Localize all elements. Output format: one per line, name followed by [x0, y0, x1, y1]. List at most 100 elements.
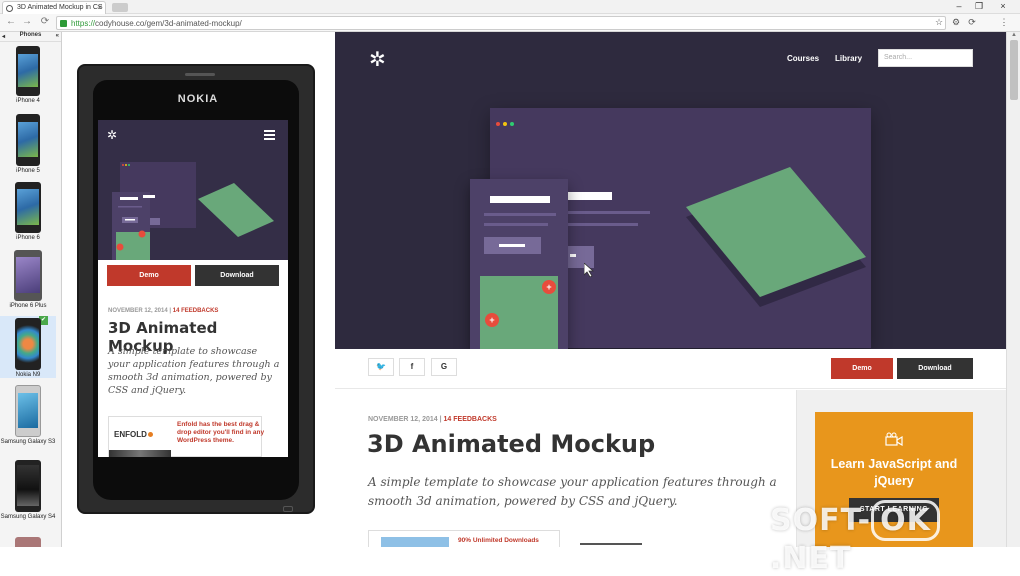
ad-text: 90% Unlimited Downloads — [458, 537, 539, 544]
speaker-grille — [185, 73, 215, 76]
mockup-phone: + + — [470, 179, 568, 349]
minimize-button[interactable]: – — [952, 1, 966, 11]
collapse-left-icon[interactable]: ◂ — [2, 33, 5, 40]
bug-logo-icon[interactable]: ✲ — [369, 47, 386, 72]
device-label: iPhone 6 — [16, 235, 40, 241]
twitter-share-icon[interactable]: 🐦 — [368, 358, 394, 376]
iphone-6-thumbnail — [15, 182, 41, 233]
demo-button[interactable]: Demo — [831, 358, 893, 379]
tab-close-icon[interactable]: × — [97, 3, 102, 12]
device-sidebar: ◂ Phones « iPhone 4 iPhone 5 iPhone 6 iP… — [0, 32, 62, 547]
device-iphone-5[interactable]: iPhone 5 — [0, 114, 56, 174]
website-viewport: ✲ Courses Library Search... + + 🐦 f G De… — [335, 32, 1006, 547]
device-label: Samsung Galaxy S4 — [0, 514, 56, 520]
iphone-4-thumbnail — [16, 46, 40, 96]
article-content: NOVEMBER 12, 2014 | 14 FEEDBACKS 3D Anim… — [335, 390, 796, 547]
device-label: iPhone 6 Plus — [9, 303, 47, 309]
site-favicon-icon — [6, 5, 13, 12]
mobile-page-description: A simple template to showcase your appli… — [108, 346, 280, 396]
mockup-text-bar — [568, 223, 638, 226]
nav-courses[interactable]: Courses — [787, 54, 819, 63]
ad-banner[interactable]: 90% Unlimited Downloads — [368, 530, 560, 547]
mobile-mockup-illustration — [112, 162, 274, 260]
window-dots — [496, 113, 517, 131]
device-samsung-galaxy-s3[interactable]: Samsung Galaxy S3 — [0, 385, 56, 445]
device-nokia-n9[interactable]: ✔ Nokia N9 — [0, 316, 56, 378]
close-window-button[interactable]: × — [996, 1, 1010, 11]
maximize-button[interactable]: ❐ — [972, 1, 986, 12]
enfold-logo: ENFOLD — [114, 430, 153, 439]
back-icon[interactable]: ← — [4, 16, 18, 27]
device-label: Samsung Galaxy S3 — [0, 439, 56, 445]
nav-library[interactable]: Library — [835, 54, 862, 63]
url-scheme: https:// — [71, 19, 96, 28]
post-date: NOVEMBER 12, 2014 — [108, 308, 168, 314]
nokia-n9-thumbnail — [15, 318, 41, 370]
reload-icon[interactable]: ⟳ — [38, 16, 52, 27]
device-label: iPhone 5 — [16, 168, 40, 174]
device-iphone-6[interactable]: iPhone 6 — [0, 182, 56, 241]
bookmark-star-icon[interactable]: ☆ — [933, 17, 945, 28]
scrollbar-thumb[interactable] — [1010, 40, 1018, 100]
mobile-ad-banner[interactable]: ENFOLD Enfold has the best drag & drop e… — [108, 416, 265, 457]
post-meta: NOVEMBER 12, 2014 | 14 FEEDBACKS — [368, 416, 497, 423]
mockup-3d-card — [686, 167, 866, 307]
sidebar-title: Phones — [19, 32, 42, 38]
promo-title: Learn JavaScript and jQuery — [830, 457, 958, 488]
share-bar: 🐦 f G Demo Download — [335, 349, 1006, 389]
page-scrollbar[interactable]: ▲ — [1006, 32, 1020, 547]
watermark: SOFT- OK.NET — [770, 500, 1010, 576]
camera-icon — [283, 506, 293, 512]
tab-title: 3D Animated Mockup in CS — [17, 4, 103, 11]
search-input[interactable]: Search... — [878, 49, 973, 67]
menu-icon[interactable]: ⋮ — [998, 17, 1010, 28]
mobile-demo-button[interactable]: Demo — [107, 265, 191, 286]
post-date: NOVEMBER 12, 2014 — [368, 416, 438, 423]
plus-icon: + — [542, 280, 556, 294]
extension-sync-icon[interactable]: ⟳ — [966, 17, 978, 28]
iphone-6-plus-thumbnail — [14, 250, 42, 301]
device-label: iPhone 4 — [16, 98, 40, 104]
page-description: A simple template to showcase your appli… — [368, 475, 777, 508]
mobile-post-meta: NOVEMBER 12, 2014 | 14 FEEDBACKS — [108, 308, 218, 314]
device-next[interactable] — [0, 537, 56, 549]
mobile-download-button[interactable]: Download — [195, 265, 279, 286]
next-device-thumbnail — [15, 537, 41, 547]
url-path: codyhouse.co/gem/3d-animated-mockup/ — [95, 19, 242, 28]
mobile-screen[interactable]: ✲ Demo Download NOVEMBER 12, 2014 | 14 F… — [98, 120, 288, 457]
device-samsung-galaxy-s4[interactable]: Samsung Galaxy S4 — [0, 460, 56, 520]
mockup-text-bar — [568, 211, 650, 214]
device-iphone-6-plus[interactable]: iPhone 6 Plus — [0, 250, 56, 309]
feedbacks-link[interactable]: 14 FEEDBACKS — [444, 416, 497, 423]
download-button[interactable]: Download — [897, 358, 973, 379]
device-iphone-4[interactable]: iPhone 4 — [0, 46, 56, 104]
device-preview-stage: NOKIA ✲ Demo Download NOVEMBER 12, 2014 … — [63, 32, 333, 547]
meta-separator: | — [169, 308, 172, 314]
collapse-right-icon[interactable]: « — [56, 33, 59, 39]
facebook-share-icon[interactable]: f — [399, 358, 425, 376]
extension-gear-icon[interactable]: ⚙ — [950, 17, 962, 28]
ad-thumbnail — [109, 450, 171, 457]
forward-icon[interactable]: → — [20, 16, 34, 27]
video-camera-icon — [885, 432, 903, 446]
plus-icon: + — [485, 313, 499, 327]
browser-toolbar: ← → ⟳ https://codyhouse.co/gem/3d-animat… — [0, 14, 1020, 32]
galaxy-s3-thumbnail — [15, 385, 41, 437]
ad-side-line — [580, 543, 642, 545]
cursor-arrow-icon — [584, 263, 595, 277]
browser-tab[interactable]: 3D Animated Mockup in CS × — [2, 1, 106, 14]
sidebar-header: ◂ Phones « — [0, 32, 61, 42]
device-brand: NOKIA — [177, 93, 219, 105]
lock-icon — [60, 20, 67, 27]
address-bar[interactable]: https://codyhouse.co/gem/3d-animated-moc… — [56, 16, 946, 30]
hero-section: ✲ Courses Library Search... + + — [335, 32, 1006, 349]
iphone-5-thumbnail — [16, 114, 40, 166]
scroll-up-icon[interactable]: ▲ — [1007, 32, 1020, 38]
new-tab-button[interactable] — [112, 3, 128, 12]
google-share-icon[interactable]: G — [431, 358, 457, 376]
feedbacks-link[interactable]: 14 FEEDBACKS — [173, 308, 219, 314]
device-label: Nokia N9 — [15, 372, 41, 378]
mobile-action-buttons: Demo Download — [107, 265, 279, 286]
galaxy-s4-thumbnail — [15, 460, 41, 512]
ad-text: Enfold has the best drag & drop editor y… — [177, 421, 265, 444]
